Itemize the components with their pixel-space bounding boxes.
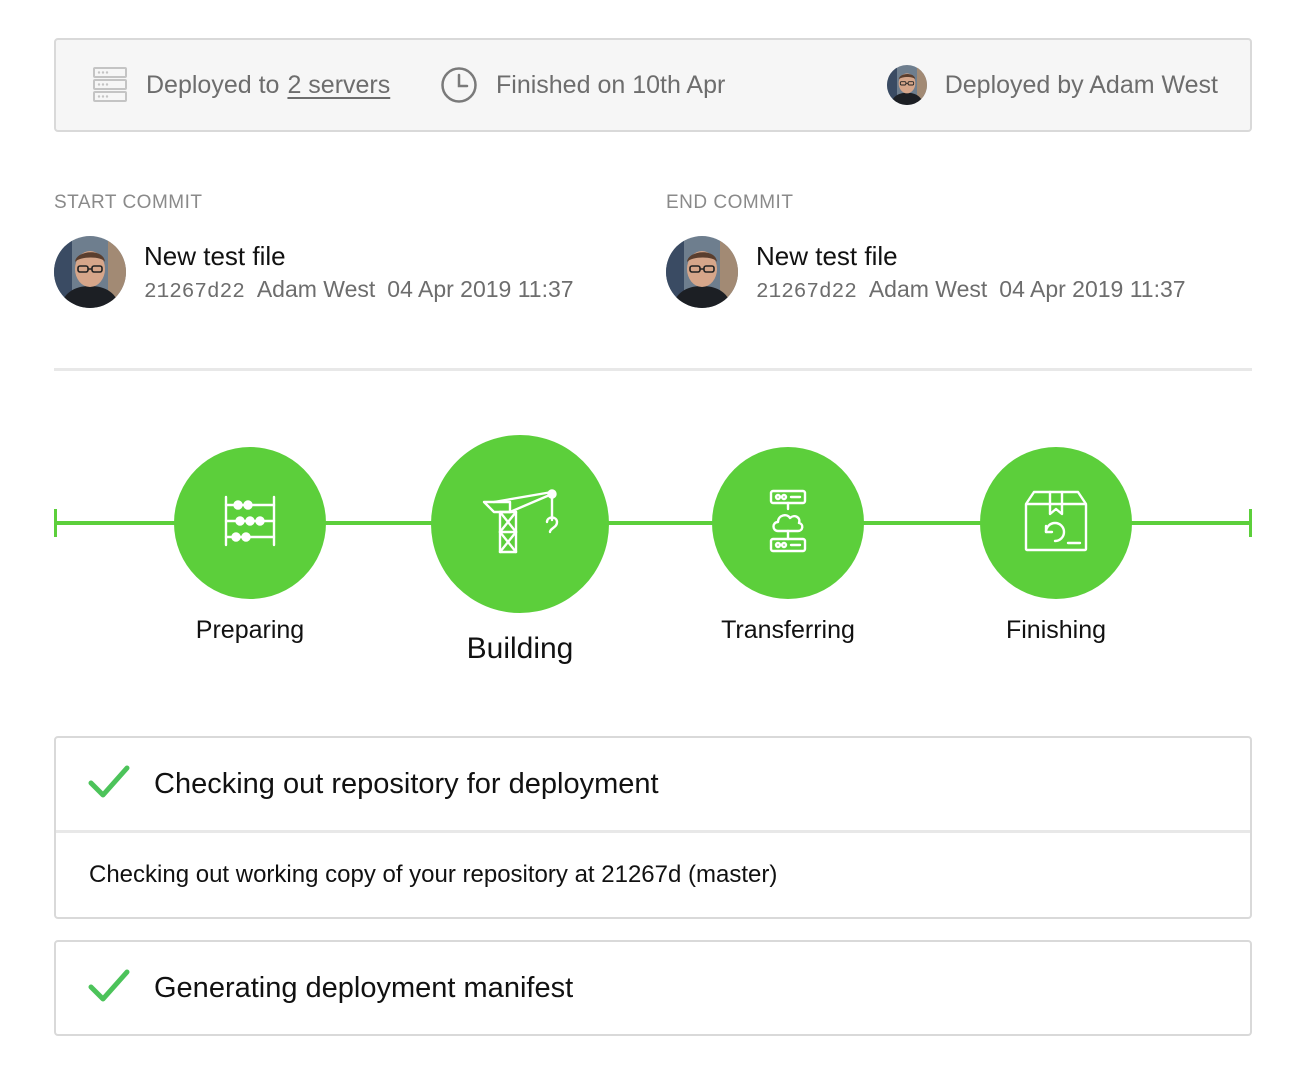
step-panel-checkout[interactable]: Checking out repository for deployment C… (54, 736, 1252, 919)
end-commit-author: Adam West (868, 276, 988, 302)
package-icon (1022, 488, 1090, 559)
stage-building-label: Building (466, 632, 574, 665)
stage-building[interactable] (431, 435, 609, 613)
end-commit-label: END COMMIT (666, 192, 794, 213)
server-rack-icon (92, 66, 128, 104)
deployer-summary: Deployed by Adam West (886, 40, 1218, 130)
step-header[interactable]: Generating deployment manifest (56, 942, 1250, 1034)
end-commit-date: 04 Apr 2019 11:37 (999, 276, 1186, 302)
finished-summary: Finished on 10th Apr (440, 40, 725, 130)
step-title: Generating deployment manifest (154, 971, 574, 1004)
step-header[interactable]: Checking out repository for deployment (56, 738, 1250, 830)
stage-finishing-label: Finishing (1005, 616, 1107, 644)
section-divider (54, 368, 1252, 371)
stage-transferring[interactable] (712, 447, 864, 599)
servers-link[interactable]: 2 servers (287, 71, 390, 100)
server-cloud-icon (768, 489, 808, 558)
end-commit[interactable]: New test file 21267d22 Adam West 04 Apr 20… (666, 236, 1186, 308)
start-commit[interactable]: New test file 21267d22 Adam West 04 Apr 20… (54, 236, 574, 308)
end-commit-avatar (666, 236, 738, 308)
end-commit-message: New test file (756, 241, 898, 271)
step-title: Checking out repository for deployment (154, 767, 659, 800)
servers-summary: Deployed to 2 servers (92, 40, 390, 130)
stage-preparing-label: Preparing (195, 616, 305, 644)
step-panel-manifest[interactable]: Generating deployment manifest (54, 940, 1252, 1036)
start-commit-avatar (54, 236, 126, 308)
finished-date: Finished on 10th Apr (496, 70, 726, 99)
checkmark-icon (88, 968, 130, 1009)
crane-icon (480, 488, 560, 561)
abacus-icon (222, 495, 278, 552)
step-detail: Checking out working copy of your reposi… (56, 830, 1250, 917)
stage-preparing[interactable] (174, 447, 326, 599)
checkmark-icon (88, 764, 130, 805)
pipeline-end-cap (1249, 509, 1252, 537)
start-commit-date: 04 Apr 2019 11:37 (387, 276, 574, 302)
stage-finishing[interactable] (980, 447, 1132, 599)
stage-transferring-label: Transferring (721, 616, 855, 644)
deployed-by-label: Deployed by Adam West (944, 70, 1218, 99)
start-commit-author: Adam West (256, 276, 376, 302)
start-commit-message: New test file (144, 241, 286, 271)
step-detail-text: Checking out working copy of your reposi… (89, 861, 778, 888)
start-commit-hash[interactable]: 21267d22 (144, 281, 245, 304)
deployed-to-label: Deployed to (146, 70, 280, 99)
pipeline-start-cap (54, 509, 57, 537)
deployer-avatar (886, 65, 927, 105)
deployment-summary-bar: Deployed to 2 servers Finished on 10th A… (54, 38, 1252, 132)
clock-icon (440, 66, 478, 104)
start-commit-label: START COMMIT (54, 192, 203, 213)
end-commit-hash[interactable]: 21267d22 (756, 281, 857, 304)
